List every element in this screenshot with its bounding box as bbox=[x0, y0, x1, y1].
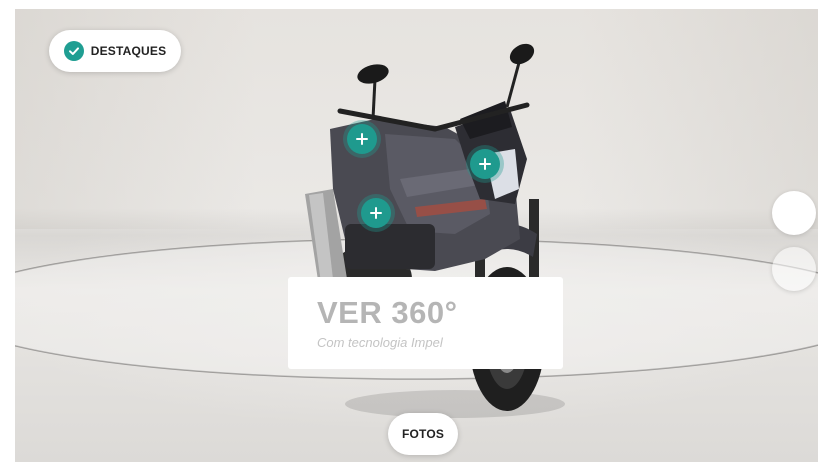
motorcycle-image bbox=[305, 43, 565, 418]
hotspot-tank[interactable] bbox=[361, 198, 391, 228]
hotspot-mirror[interactable] bbox=[347, 124, 377, 154]
plus-icon bbox=[370, 207, 382, 219]
check-circle-icon bbox=[63, 41, 84, 61]
view-360-card[interactable]: VER 360° Com tecnologia Impel bbox=[288, 277, 563, 369]
view-360-title: VER 360° bbox=[317, 295, 458, 330]
view-360-subtitle: Com tecnologia Impel bbox=[317, 335, 443, 350]
highlights-label: DESTAQUES bbox=[90, 44, 167, 58]
view-nav-dot-1[interactable] bbox=[772, 191, 816, 235]
hotspot-headlight[interactable] bbox=[470, 149, 500, 179]
plus-icon bbox=[479, 158, 491, 170]
highlights-button[interactable]: DESTAQUES bbox=[49, 30, 181, 72]
photos-button[interactable]: FOTOS bbox=[388, 413, 458, 455]
view-nav-dot-2[interactable] bbox=[772, 247, 816, 291]
photos-label: FOTOS bbox=[401, 427, 445, 441]
plus-icon bbox=[356, 133, 368, 145]
product-viewer[interactable] bbox=[15, 9, 818, 462]
